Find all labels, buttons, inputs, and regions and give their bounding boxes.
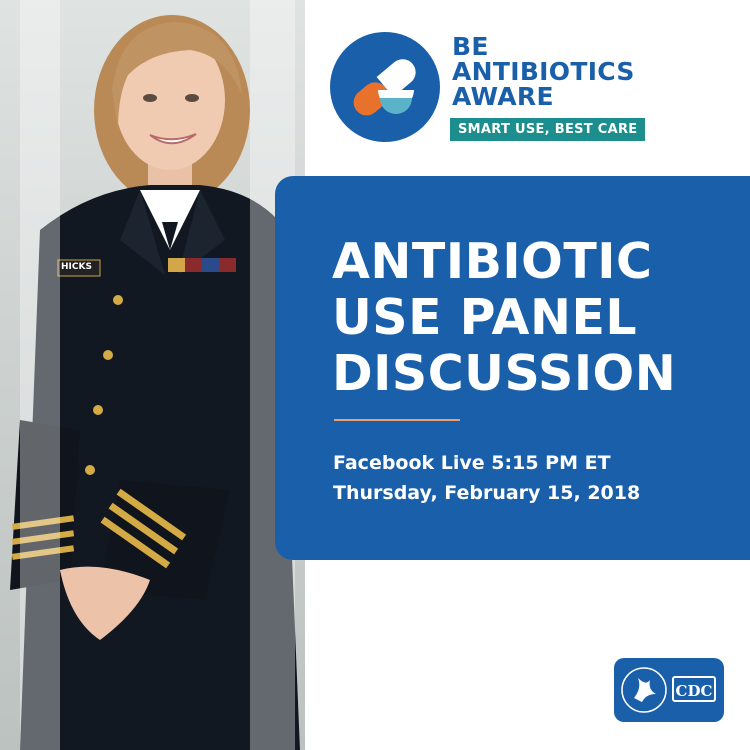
announcement-panel: ANTIBIOTIC USE PANEL DISCUSSION Facebook… xyxy=(275,176,750,560)
logo-tagline: SMART USE, BEST CARE xyxy=(450,118,646,141)
capsule-icon xyxy=(353,59,416,116)
logo-line-antibiotics: ANTIBIOTICS xyxy=(452,57,635,86)
logo-circle xyxy=(330,32,440,142)
cdc-label: CDC xyxy=(672,676,716,702)
hhs-eagle-icon xyxy=(621,667,667,713)
officer-photo: HICKS xyxy=(0,0,305,750)
logo-line-be: BE xyxy=(452,32,489,61)
event-platform-time: Facebook Live 5:15 PM ET xyxy=(333,452,611,474)
headline-line-3: DISCUSSION xyxy=(332,345,677,402)
headline: ANTIBIOTIC USE PANEL DISCUSSION xyxy=(332,234,676,402)
accent-divider xyxy=(334,419,460,421)
event-date: Thursday, February 15, 2018 xyxy=(333,482,641,504)
cdc-hhs-logo: CDC xyxy=(614,658,724,722)
be-antibiotics-aware-logo: BE ANTIBIOTICS AWARE SMART USE, BEST CAR… xyxy=(330,30,660,145)
logo-wordmark: BE ANTIBIOTICS AWARE xyxy=(452,34,635,109)
name-tag-label: HICKS xyxy=(61,262,92,272)
logo-line-aware: AWARE xyxy=(452,82,554,111)
headline-line-1: ANTIBIOTIC xyxy=(332,233,653,290)
headline-line-2: USE PANEL xyxy=(332,289,638,346)
